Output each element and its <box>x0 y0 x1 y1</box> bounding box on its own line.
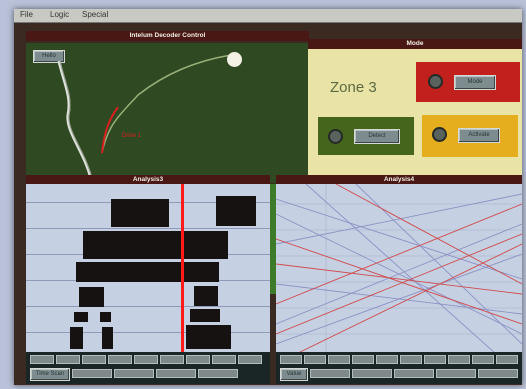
control-cell[interactable] <box>198 369 238 378</box>
signal-block <box>111 199 169 227</box>
indicator-knob <box>428 74 443 89</box>
mode-yellow-box: Activate <box>422 115 518 157</box>
control-cell[interactable] <box>134 355 158 364</box>
menu-special[interactable]: Special <box>82 10 108 19</box>
indicator-knob <box>328 129 343 144</box>
signal-block <box>76 262 219 282</box>
signal-block <box>83 231 228 259</box>
time-cursor[interactable] <box>181 184 184 354</box>
field-title: Intelum Decoder Control <box>26 31 309 41</box>
control-cell[interactable] <box>280 355 302 364</box>
grid-line <box>26 332 270 333</box>
control-cell[interactable] <box>328 355 350 364</box>
control-cell[interactable] <box>478 369 518 378</box>
mode-green-box: Detect <box>318 117 414 155</box>
river-edge <box>59 60 94 183</box>
blue-traces <box>276 184 522 354</box>
control-cell[interactable] <box>400 355 422 364</box>
menu-file[interactable]: File <box>20 10 33 19</box>
control-cell[interactable] <box>394 369 434 378</box>
control-cell[interactable] <box>304 355 326 364</box>
field-view: Hello Drive 1 <box>26 43 309 183</box>
mode-red-box: Mode <box>416 62 520 102</box>
signal-block <box>194 286 218 306</box>
control-cell[interactable] <box>352 355 374 364</box>
signal-block <box>186 325 231 349</box>
control-cell[interactable] <box>424 355 446 364</box>
control-cell[interactable] <box>156 369 196 378</box>
trace-plot <box>276 184 522 354</box>
detect-button[interactable]: Detect <box>354 129 400 144</box>
control-cell[interactable] <box>472 355 494 364</box>
signal-block <box>102 327 113 349</box>
control-cell[interactable] <box>72 369 112 378</box>
control-cell[interactable] <box>448 355 470 364</box>
plot-grid <box>276 184 522 354</box>
right-control-strip: Value <box>276 352 522 384</box>
time-scan-button[interactable]: Time Scan <box>30 368 70 381</box>
signal-block <box>216 196 256 226</box>
target-circle[interactable] <box>227 52 242 67</box>
app-window: File Logic Special Intelum Decoder Contr… <box>14 9 522 385</box>
zone-text: Zone 3 <box>330 79 377 96</box>
activate-button[interactable]: Activate <box>458 128 500 143</box>
grid-line <box>26 228 270 229</box>
control-cell[interactable] <box>30 355 54 364</box>
signal-block <box>190 309 220 322</box>
control-cell[interactable] <box>376 355 398 364</box>
control-cell[interactable] <box>238 355 262 364</box>
grid-line <box>26 306 270 307</box>
marker-label: Drive 1 <box>122 133 142 139</box>
control-cell[interactable] <box>82 355 106 364</box>
control-cell[interactable] <box>310 369 350 378</box>
analysis-left-panel: Time Scan <box>26 184 270 384</box>
mode-panel: Zone 3 Mode Detect Activate <box>308 49 522 184</box>
menu-bar: File Logic Special <box>14 9 522 23</box>
signal-block <box>100 312 111 322</box>
signal-block <box>70 327 83 349</box>
control-cell[interactable] <box>114 369 154 378</box>
field-graphics: Drive 1 <box>57 54 232 183</box>
analysis-right-panel: Value <box>276 184 522 384</box>
control-cell[interactable] <box>160 355 184 364</box>
control-cell[interactable] <box>496 355 518 364</box>
menu-logic[interactable]: Logic <box>50 10 69 19</box>
signal-block <box>79 287 104 307</box>
red-traces <box>276 184 522 354</box>
control-cell[interactable] <box>436 369 476 378</box>
value-button[interactable]: Value <box>280 368 308 381</box>
mode-title: Mode <box>308 39 522 49</box>
mode-button[interactable]: Mode <box>454 75 496 90</box>
indicator-knob <box>432 127 447 142</box>
control-cell[interactable] <box>212 355 236 364</box>
control-cell[interactable] <box>352 369 392 378</box>
control-cell[interactable] <box>186 355 210 364</box>
control-cell[interactable] <box>56 355 80 364</box>
left-control-strip: Time Scan <box>26 352 270 384</box>
signal-block <box>74 312 88 322</box>
control-cell[interactable] <box>108 355 132 364</box>
